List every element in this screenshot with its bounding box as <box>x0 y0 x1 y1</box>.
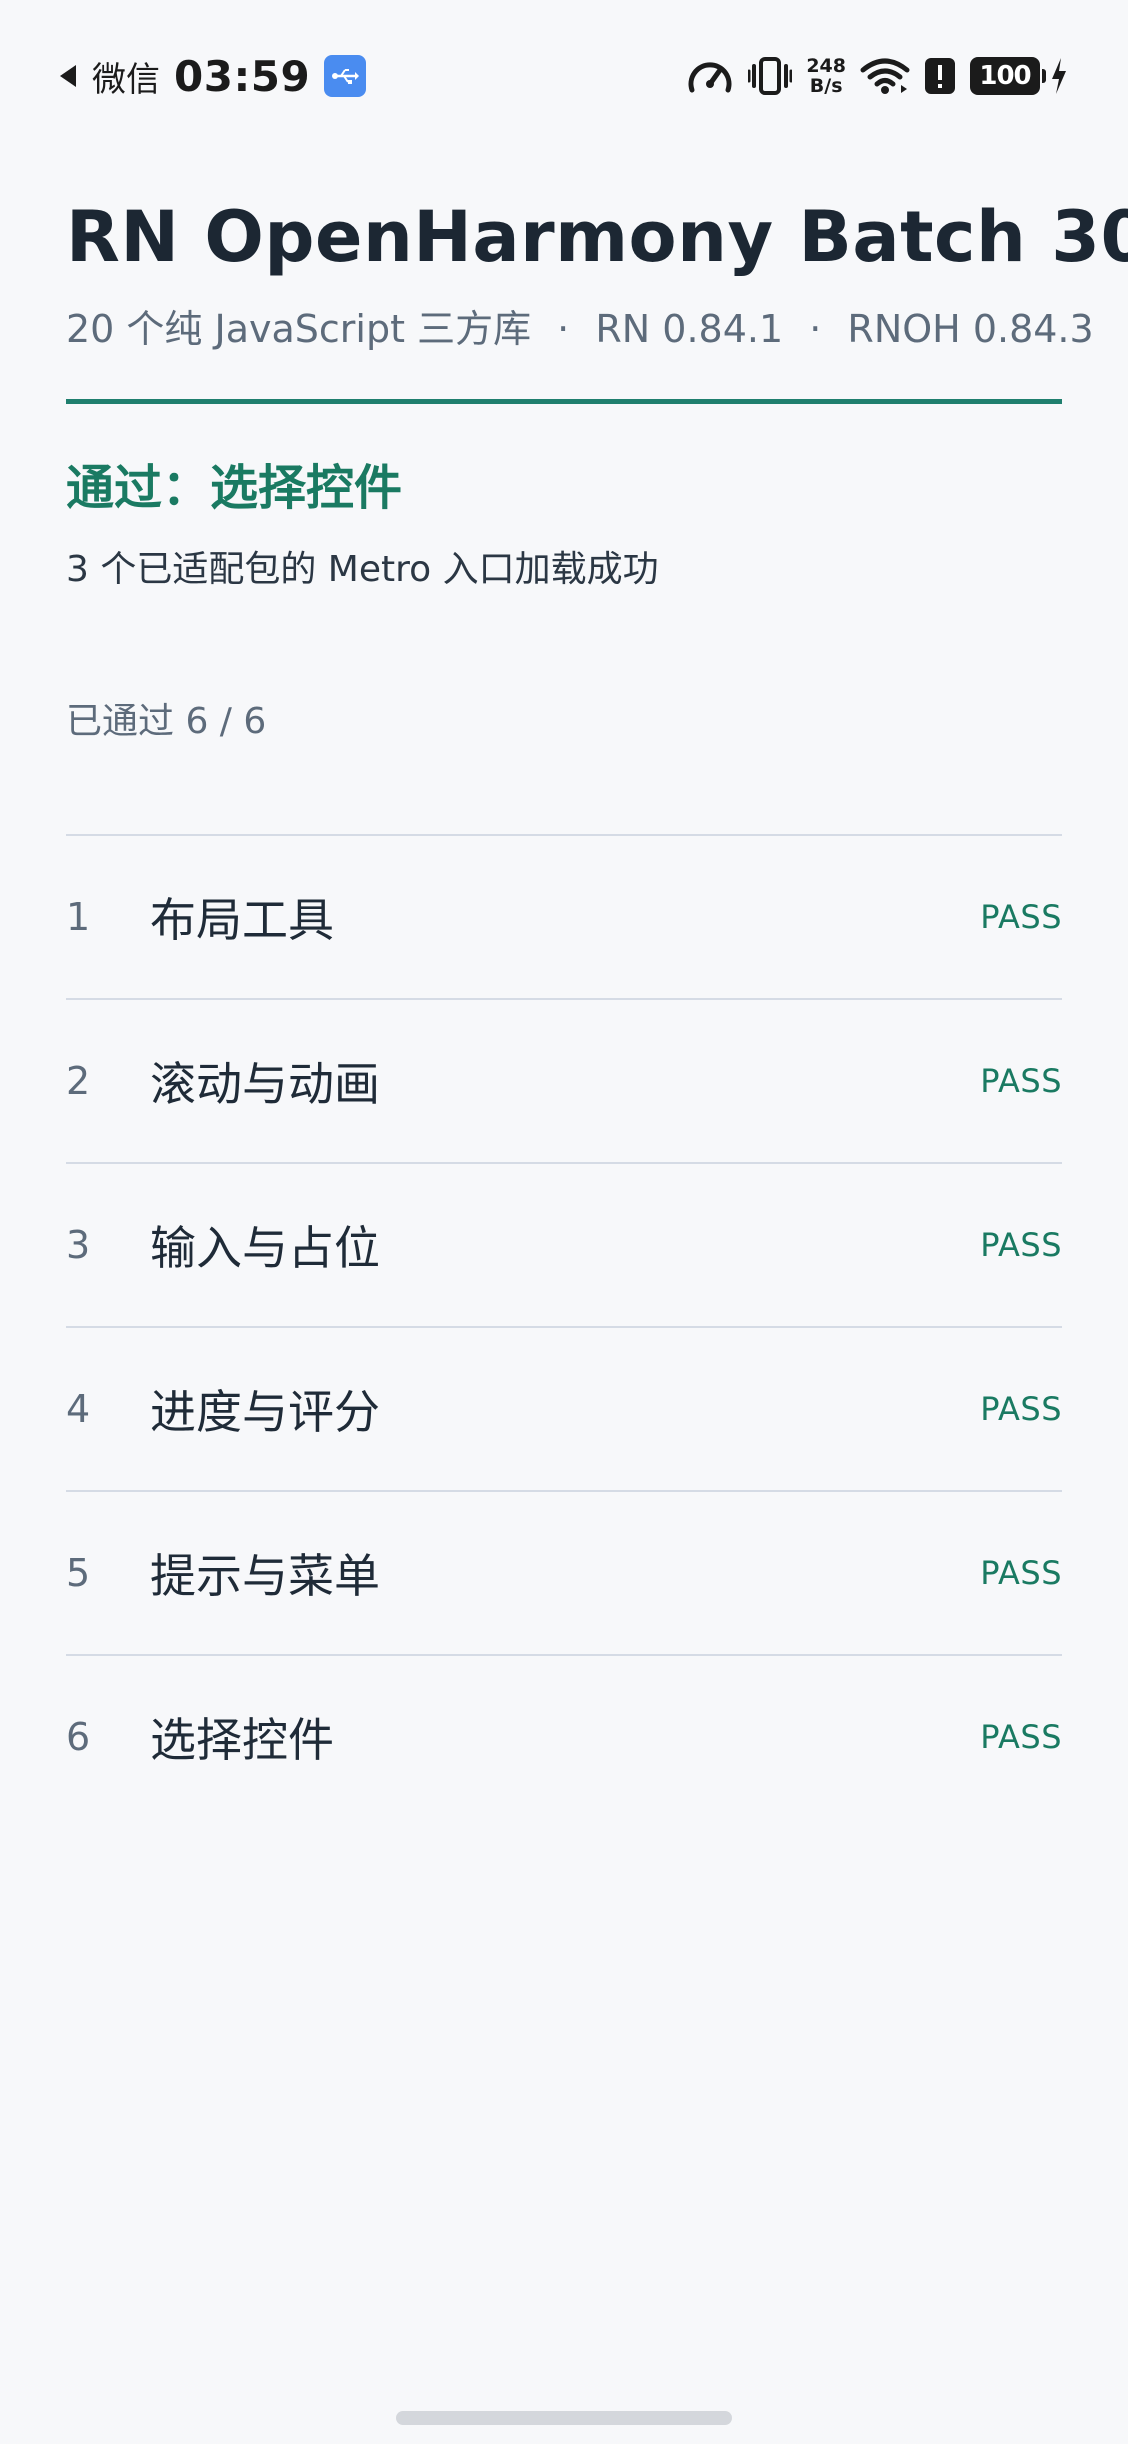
wifi-icon <box>860 57 910 95</box>
row-name: 布局工具 <box>150 893 334 947</box>
row-status-badge: PASS <box>980 1554 1062 1592</box>
result-row[interactable]: 3 输入与占位 PASS <box>66 1162 1062 1326</box>
status-description: 3 个已适配包的 Metro 入口加载成功 <box>66 549 659 590</box>
result-row[interactable]: 2 滚动与动画 PASS <box>66 998 1062 1162</box>
battery-icon: 100 <box>970 57 1046 95</box>
row-status-badge: PASS <box>980 1718 1062 1756</box>
header-divider <box>66 399 1062 404</box>
page-subtitle: 20 个纯 JavaScript 三方库 · RN 0.84.1 · RNOH … <box>66 298 1094 353</box>
status-bar-right: 248 B/s 100 <box>672 56 1068 96</box>
row-name: 选择控件 <box>150 1713 334 1767</box>
row-index: 5 <box>66 1551 91 1595</box>
network-speed-unit: B/s <box>809 75 843 97</box>
row-index: 4 <box>66 1387 91 1431</box>
row-name: 输入与占位 <box>150 1221 380 1275</box>
row-name: 提示与菜单 <box>150 1549 380 1603</box>
home-indicator[interactable] <box>396 2411 732 2425</box>
network-speed: 248 B/s <box>806 56 846 96</box>
status-title: 通过：选择控件 <box>66 460 403 516</box>
clock: 03:59 <box>174 51 311 101</box>
result-row[interactable]: 1 布局工具 PASS <box>66 834 1062 998</box>
row-name: 滚动与动画 <box>150 1057 380 1111</box>
subtitle-separator: · <box>809 307 822 351</box>
row-index: 3 <box>66 1223 91 1267</box>
status-bar: 微信 03:59 248 B/s 100 <box>60 40 1068 112</box>
results-list: 1 布局工具 PASS 2 滚动与动画 PASS 3 输入与占位 PASS 4 … <box>66 834 1062 1818</box>
alert-icon <box>924 57 956 95</box>
row-index: 6 <box>66 1715 91 1759</box>
result-row[interactable]: 5 提示与菜单 PASS <box>66 1490 1062 1654</box>
back-arrow-icon[interactable] <box>60 65 76 87</box>
usb-icon <box>324 55 367 97</box>
subtitle-libraries: 20 个纯 JavaScript 三方库 <box>66 307 532 351</box>
row-status-badge: PASS <box>980 898 1062 936</box>
row-name: 进度与评分 <box>150 1385 380 1439</box>
status-bar-left: 微信 03:59 <box>60 51 367 101</box>
result-row[interactable]: 6 选择控件 PASS <box>66 1654 1062 1818</box>
row-status-badge: PASS <box>980 1390 1062 1428</box>
subtitle-rn-version: RN 0.84.1 <box>595 307 784 351</box>
subtitle-rnoh-version: RNOH 0.84.3 <box>847 307 1094 351</box>
vibrate-icon <box>748 56 793 96</box>
row-index: 2 <box>66 1059 91 1103</box>
result-row[interactable]: 4 进度与评分 PASS <box>66 1326 1062 1490</box>
speedometer-icon <box>686 56 734 96</box>
network-speed-value: 248 <box>806 55 846 77</box>
battery-level: 100 <box>979 61 1031 91</box>
back-app-label[interactable]: 微信 <box>92 52 160 101</box>
row-status-badge: PASS <box>980 1062 1062 1100</box>
screen: 微信 03:59 248 B/s 100 RN OpenHarmony Batc… <box>0 0 1128 2444</box>
row-status-badge: PASS <box>980 1226 1062 1264</box>
charging-bolt-icon <box>1050 57 1068 95</box>
subtitle-separator: · <box>557 307 570 351</box>
page-title: RN OpenHarmony Batch 30 <box>66 196 1128 278</box>
progress-summary: 已通过 6 / 6 <box>66 701 267 742</box>
row-index: 1 <box>66 895 91 939</box>
